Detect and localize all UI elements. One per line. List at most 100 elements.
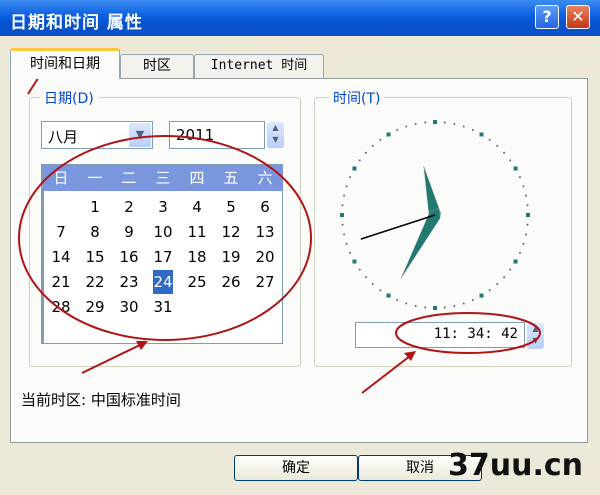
clock-minute-marker <box>364 276 367 279</box>
tab-panel: 日期(D) 时间(T) 八月 ▼ 2011 ▲ ▼ 日一二三四五六 123456… <box>10 78 588 443</box>
clock-hour-marker <box>526 213 530 217</box>
calendar-day[interactable]: 11 <box>180 220 214 244</box>
time-group-title: 时间(T) <box>329 88 385 108</box>
tab-time-and-date[interactable]: 时间和日期 <box>10 48 120 79</box>
calendar-day[interactable]: 17 <box>146 245 180 269</box>
tab-internet-time[interactable]: Internet 时间 <box>194 54 324 78</box>
spin-down-icon[interactable]: ▼ <box>267 134 284 146</box>
calendar-day[interactable]: 26 <box>214 270 248 294</box>
weekday-header: 一 <box>87 169 103 187</box>
calendar-day[interactable]: 20 <box>248 245 282 269</box>
clock-minute-marker <box>518 176 521 179</box>
clock-hour-marker <box>479 132 484 137</box>
clock-hour-marker <box>433 120 437 124</box>
clock-minute-marker <box>414 123 417 126</box>
calendar-day[interactable]: 14 <box>44 245 78 269</box>
calendar-day-selected[interactable]: 24 <box>153 270 173 294</box>
clock-minute-marker <box>371 144 374 147</box>
year-spinner[interactable]: ▲ ▼ <box>267 122 284 148</box>
clock-minute-marker <box>503 151 506 154</box>
calendar-day[interactable]: 9 <box>112 220 146 244</box>
help-button[interactable]: ? <box>535 5 559 29</box>
clock-minute-marker <box>453 123 456 126</box>
clock-minute-marker <box>396 298 399 301</box>
clock-minute-marker <box>343 194 346 197</box>
calendar-day[interactable]: 6 <box>248 195 282 219</box>
month-value: 八月 <box>48 128 79 146</box>
clock-minute-marker <box>471 298 474 301</box>
chevron-down-icon[interactable]: ▼ <box>129 123 151 147</box>
clock-minute-marker <box>341 223 344 226</box>
calendar-day[interactable]: 15 <box>78 245 112 269</box>
spin-up-icon[interactable]: ▲ <box>267 122 284 134</box>
weekday-header: 日 <box>53 169 69 187</box>
clock-hour-marker <box>386 132 391 137</box>
calendar-day[interactable]: 13 <box>248 220 282 244</box>
calendar-day[interactable]: 4 <box>180 195 214 219</box>
clock-minute-marker <box>496 283 499 286</box>
calendar-day[interactable]: 8 <box>78 220 112 244</box>
clock-minute-marker <box>396 129 399 132</box>
calendar-day[interactable]: 1 <box>78 195 112 219</box>
clock-minute-marker <box>424 306 427 309</box>
clock-minute-marker <box>471 129 474 132</box>
calendar-day[interactable]: 28 <box>44 295 78 319</box>
tab-timezone[interactable]: 时区 <box>120 54 194 78</box>
calendar-day[interactable]: 22 <box>78 270 112 294</box>
calendar-day[interactable]: 19 <box>214 245 248 269</box>
calendar-day[interactable]: 2 <box>112 195 146 219</box>
clock-minute-marker <box>524 233 527 236</box>
weekday-header: 六 <box>257 169 273 187</box>
clock-minute-marker <box>496 144 499 147</box>
calendar-day[interactable]: 18 <box>180 245 214 269</box>
close-button[interactable]: ✕ <box>566 5 590 29</box>
clock-minute-marker <box>379 289 382 292</box>
clock-minute-marker <box>509 268 512 271</box>
clock-minute-marker <box>405 302 408 305</box>
clock-hour-marker <box>352 259 357 264</box>
clock-minute-hand <box>400 207 441 279</box>
calendar-day[interactable]: 27 <box>248 270 282 294</box>
time-field[interactable]: 11: 34: 42 ▲ ▼ <box>355 322 544 349</box>
calendar-day[interactable]: 21 <box>44 270 78 294</box>
calendar-day[interactable]: 29 <box>78 295 112 319</box>
clock-hour-marker <box>513 166 518 171</box>
clock-minute-marker <box>488 138 491 141</box>
calendar-day[interactable]: 25 <box>180 270 214 294</box>
current-timezone-label: 当前时区: 中国标准时间 <box>21 391 181 409</box>
calendar-day[interactable]: 16 <box>112 245 146 269</box>
calendar-day[interactable]: 3 <box>146 195 180 219</box>
window-title: 日期和时间 属性 <box>10 13 143 33</box>
calendar[interactable]: 日一二三四五六 1 2 3 4 5 6 7 8 9 10 11 12 13 14 15 16 17 18 19 20 2… <box>41 164 283 344</box>
clock-hour-marker <box>479 293 484 298</box>
spin-down-icon[interactable]: ▼ <box>527 335 544 347</box>
calendar-day[interactable]: 23 <box>112 270 146 294</box>
weekday-header: 五 <box>223 169 239 187</box>
clock-minute-marker <box>341 204 344 207</box>
calendar-weekday-header: 日一二三四五六 <box>44 165 283 191</box>
clock-minute-marker <box>358 268 361 271</box>
month-dropdown[interactable]: 八月 ▼ <box>41 121 153 149</box>
calendar-day[interactable]: 12 <box>214 220 248 244</box>
clock-minute-marker <box>345 185 348 188</box>
calendar-day[interactable]: 30 <box>112 295 146 319</box>
time-spinner[interactable]: ▲ ▼ <box>527 323 544 349</box>
calendar-day[interactable]: 10 <box>146 220 180 244</box>
clock-minute-marker <box>358 159 361 162</box>
calendar-day[interactable]: 5 <box>214 195 248 219</box>
clock-minute-marker <box>522 185 525 188</box>
calendar-day[interactable]: 31 <box>146 295 180 319</box>
clock-minute-marker <box>522 242 525 245</box>
year-field[interactable]: 2011 ▲ ▼ <box>169 121 284 149</box>
clock-minute-marker <box>488 289 491 292</box>
clock-minute-marker <box>462 125 465 128</box>
clock-minute-marker <box>524 194 527 197</box>
clock-minute-marker <box>349 251 352 254</box>
clock-minute-marker <box>364 151 367 154</box>
spin-up-icon[interactable]: ▲ <box>527 323 544 335</box>
watermark: 37uu.cn <box>448 448 583 483</box>
clock-minute-marker <box>349 176 352 179</box>
calendar-day[interactable]: 7 <box>44 220 78 244</box>
ok-button[interactable]: 确定 <box>234 455 358 481</box>
clock-minute-marker <box>526 204 529 207</box>
